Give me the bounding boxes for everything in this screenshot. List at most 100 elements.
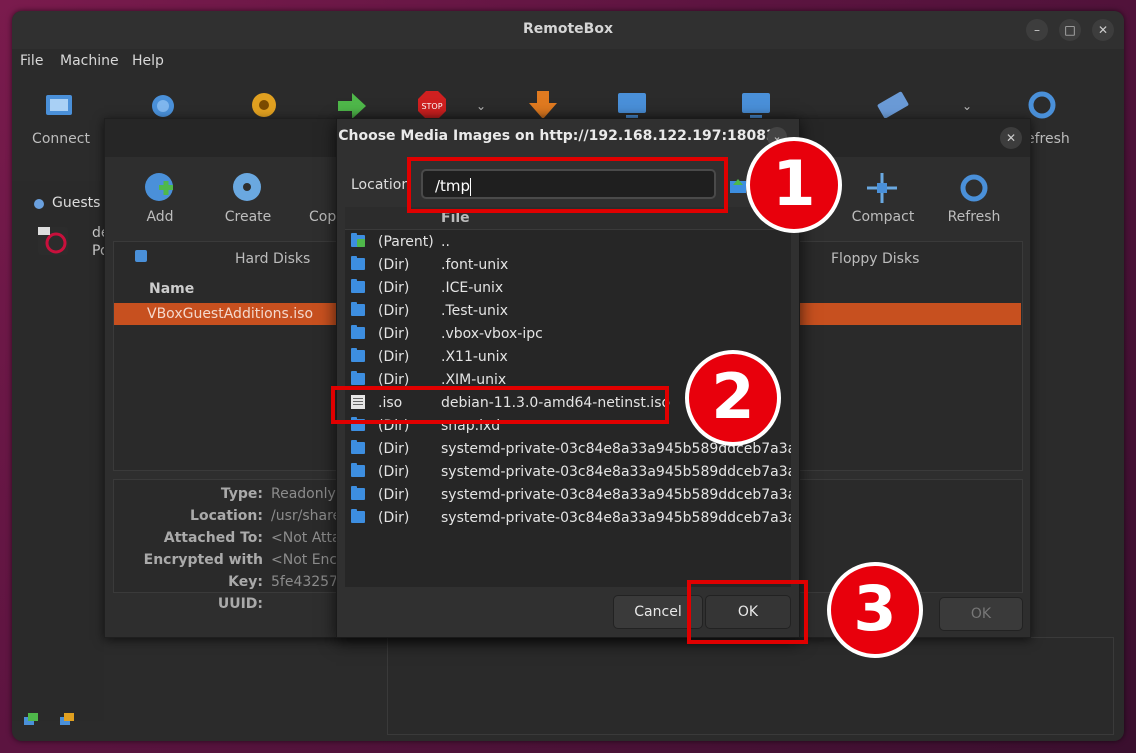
menu-machine[interactable]: Machine bbox=[60, 53, 119, 69]
connect-label: Connect bbox=[32, 131, 90, 147]
display-icon[interactable] bbox=[616, 91, 648, 121]
add-disk-icon bbox=[145, 173, 173, 201]
add-button[interactable]: Add bbox=[135, 209, 185, 225]
chevron-down-icon-2[interactable]: ⌄ bbox=[962, 99, 972, 113]
settings-burst-icon[interactable] bbox=[148, 91, 178, 121]
highlight-iso-row bbox=[331, 386, 669, 424]
floppy-disks-list bbox=[799, 241, 1023, 471]
list-item-name: systemd-private-03c84e8a33a945b589ddceb7… bbox=[441, 510, 791, 526]
folder-icon bbox=[351, 509, 365, 523]
location-label: Location bbox=[351, 177, 411, 193]
window-title: RemoteBox bbox=[523, 21, 613, 37]
refresh-icon[interactable] bbox=[1026, 89, 1058, 121]
selected-row-right[interactable] bbox=[800, 303, 1021, 325]
refresh-label[interactable]: efresh bbox=[1026, 131, 1070, 147]
list-item-name: .. bbox=[441, 234, 450, 250]
copy-button[interactable]: Cop bbox=[309, 209, 336, 225]
folder-icon bbox=[351, 463, 365, 477]
close-icon[interactable]: ✕ bbox=[1000, 127, 1022, 149]
menu-file[interactable]: File bbox=[20, 53, 43, 69]
list-item-name: .ICE-unix bbox=[441, 280, 504, 296]
detail-location-value: /usr/share bbox=[271, 508, 337, 524]
column-name[interactable]: Name bbox=[149, 281, 194, 297]
create-button[interactable]: Create bbox=[217, 209, 279, 225]
stop-icon[interactable]: STOP bbox=[416, 89, 448, 121]
folder-icon bbox=[351, 279, 365, 293]
guests-tab[interactable]: Guests bbox=[52, 195, 100, 211]
detail-uuid-value: 5fe43257- bbox=[271, 574, 337, 590]
title-bar: RemoteBox – □ ✕ bbox=[12, 11, 1124, 49]
monitor-icon[interactable] bbox=[740, 91, 772, 121]
close-icon[interactable]: ✕ bbox=[1092, 19, 1114, 41]
list-item-name: .Test-unix bbox=[441, 303, 508, 319]
hard-disks-list bbox=[113, 241, 339, 471]
gear-icon[interactable] bbox=[248, 89, 280, 121]
guests-tab-icon bbox=[34, 199, 44, 209]
keyboard-icon[interactable] bbox=[876, 89, 910, 121]
network-icon[interactable] bbox=[22, 711, 40, 729]
list-item-type: (Dir) bbox=[378, 510, 410, 526]
chevron-down-icon[interactable]: ⌄ bbox=[476, 99, 486, 113]
debian-vm-icon[interactable] bbox=[36, 225, 72, 259]
dialog-title: Choose Media Images on http://192.168.12… bbox=[338, 128, 776, 144]
highlight-ok-button bbox=[687, 580, 808, 644]
parent-folder-icon bbox=[351, 233, 365, 247]
step-3-badge: 3 bbox=[827, 562, 923, 658]
list-item-type: (Parent) bbox=[378, 234, 434, 250]
list-item[interactable]: (Dir) .vbox-vbox-ipc bbox=[345, 323, 791, 346]
folder-icon bbox=[351, 325, 365, 339]
create-disk-icon bbox=[233, 173, 261, 201]
list-item-type: (Dir) bbox=[378, 280, 410, 296]
list-item-name: .font-unix bbox=[441, 257, 509, 273]
detail-encrypted-value: <Not Encr bbox=[271, 552, 337, 568]
svg-text:STOP: STOP bbox=[421, 102, 442, 111]
detail-labels: Type: Location: Attached To: Encrypted w… bbox=[113, 483, 263, 615]
list-item[interactable]: (Dir) .Test-unix bbox=[345, 300, 791, 323]
list-item[interactable]: (Dir) .font-unix bbox=[345, 254, 791, 277]
highlight-location bbox=[407, 157, 728, 213]
download-arrow-icon[interactable] bbox=[528, 89, 558, 121]
detail-type-label: Type: bbox=[220, 486, 263, 502]
list-item-type: (Dir) bbox=[378, 257, 410, 273]
menu-help[interactable]: Help bbox=[132, 53, 164, 69]
list-item[interactable]: (Dir) .ICE-unix bbox=[345, 277, 791, 300]
details-panel bbox=[387, 637, 1114, 735]
detail-attached-label: Attached To: bbox=[163, 530, 263, 546]
list-item[interactable]: (Dir) systemd-private-03c84e8a33a945b589d… bbox=[345, 484, 791, 507]
list-item[interactable]: (Dir) systemd-private-03c84e8a33a945b589d… bbox=[345, 507, 791, 530]
list-item-name: systemd-private-03c84e8a33a945b589ddceb7… bbox=[441, 487, 791, 503]
list-item-name: .X11-unix bbox=[441, 349, 508, 365]
start-arrow-icon[interactable] bbox=[336, 91, 368, 121]
connect-icon bbox=[46, 95, 72, 115]
maximize-icon[interactable]: □ bbox=[1059, 19, 1081, 41]
list-item[interactable]: (Dir) systemd-private-03c84e8a33a945b589d… bbox=[345, 461, 791, 484]
detail-type-value: Readonly, bbox=[271, 486, 337, 502]
refresh-button[interactable]: Refresh bbox=[943, 209, 1005, 225]
connect-button[interactable] bbox=[38, 91, 82, 121]
folder-icon bbox=[351, 348, 365, 362]
step-1-badge: 1 bbox=[746, 137, 842, 233]
hard-disk-icon bbox=[135, 250, 147, 262]
list-item-type: (Dir) bbox=[378, 441, 410, 457]
compact-button[interactable]: Compact bbox=[845, 209, 921, 225]
list-item-type: (Dir) bbox=[378, 487, 410, 503]
go-up-folder-icon[interactable] bbox=[729, 177, 747, 195]
folder-icon bbox=[351, 302, 365, 316]
list-item-type: (Dir) bbox=[378, 349, 410, 365]
folder-icon bbox=[351, 440, 365, 454]
step-2-badge: 2 bbox=[685, 350, 781, 446]
network-icon-2[interactable] bbox=[58, 711, 76, 729]
tab-floppy-disks[interactable]: Floppy Disks bbox=[831, 251, 919, 267]
refresh-icon bbox=[960, 174, 988, 202]
folder-icon bbox=[351, 486, 365, 500]
list-item[interactable]: (Parent).. bbox=[345, 231, 791, 254]
list-item-name: systemd-private-03c84e8a33a945b589ddceb7… bbox=[441, 464, 791, 480]
guests-panel bbox=[12, 181, 104, 721]
media-ok-button[interactable]: OK bbox=[939, 597, 1023, 631]
minimize-icon[interactable]: – bbox=[1026, 19, 1048, 41]
list-item-type: (Dir) bbox=[378, 326, 410, 342]
tab-hard-disks[interactable]: Hard Disks bbox=[235, 251, 310, 267]
media-details-right bbox=[799, 479, 1023, 593]
folder-icon bbox=[351, 256, 365, 270]
selected-item[interactable]: VBoxGuestAdditions.iso bbox=[147, 306, 313, 322]
